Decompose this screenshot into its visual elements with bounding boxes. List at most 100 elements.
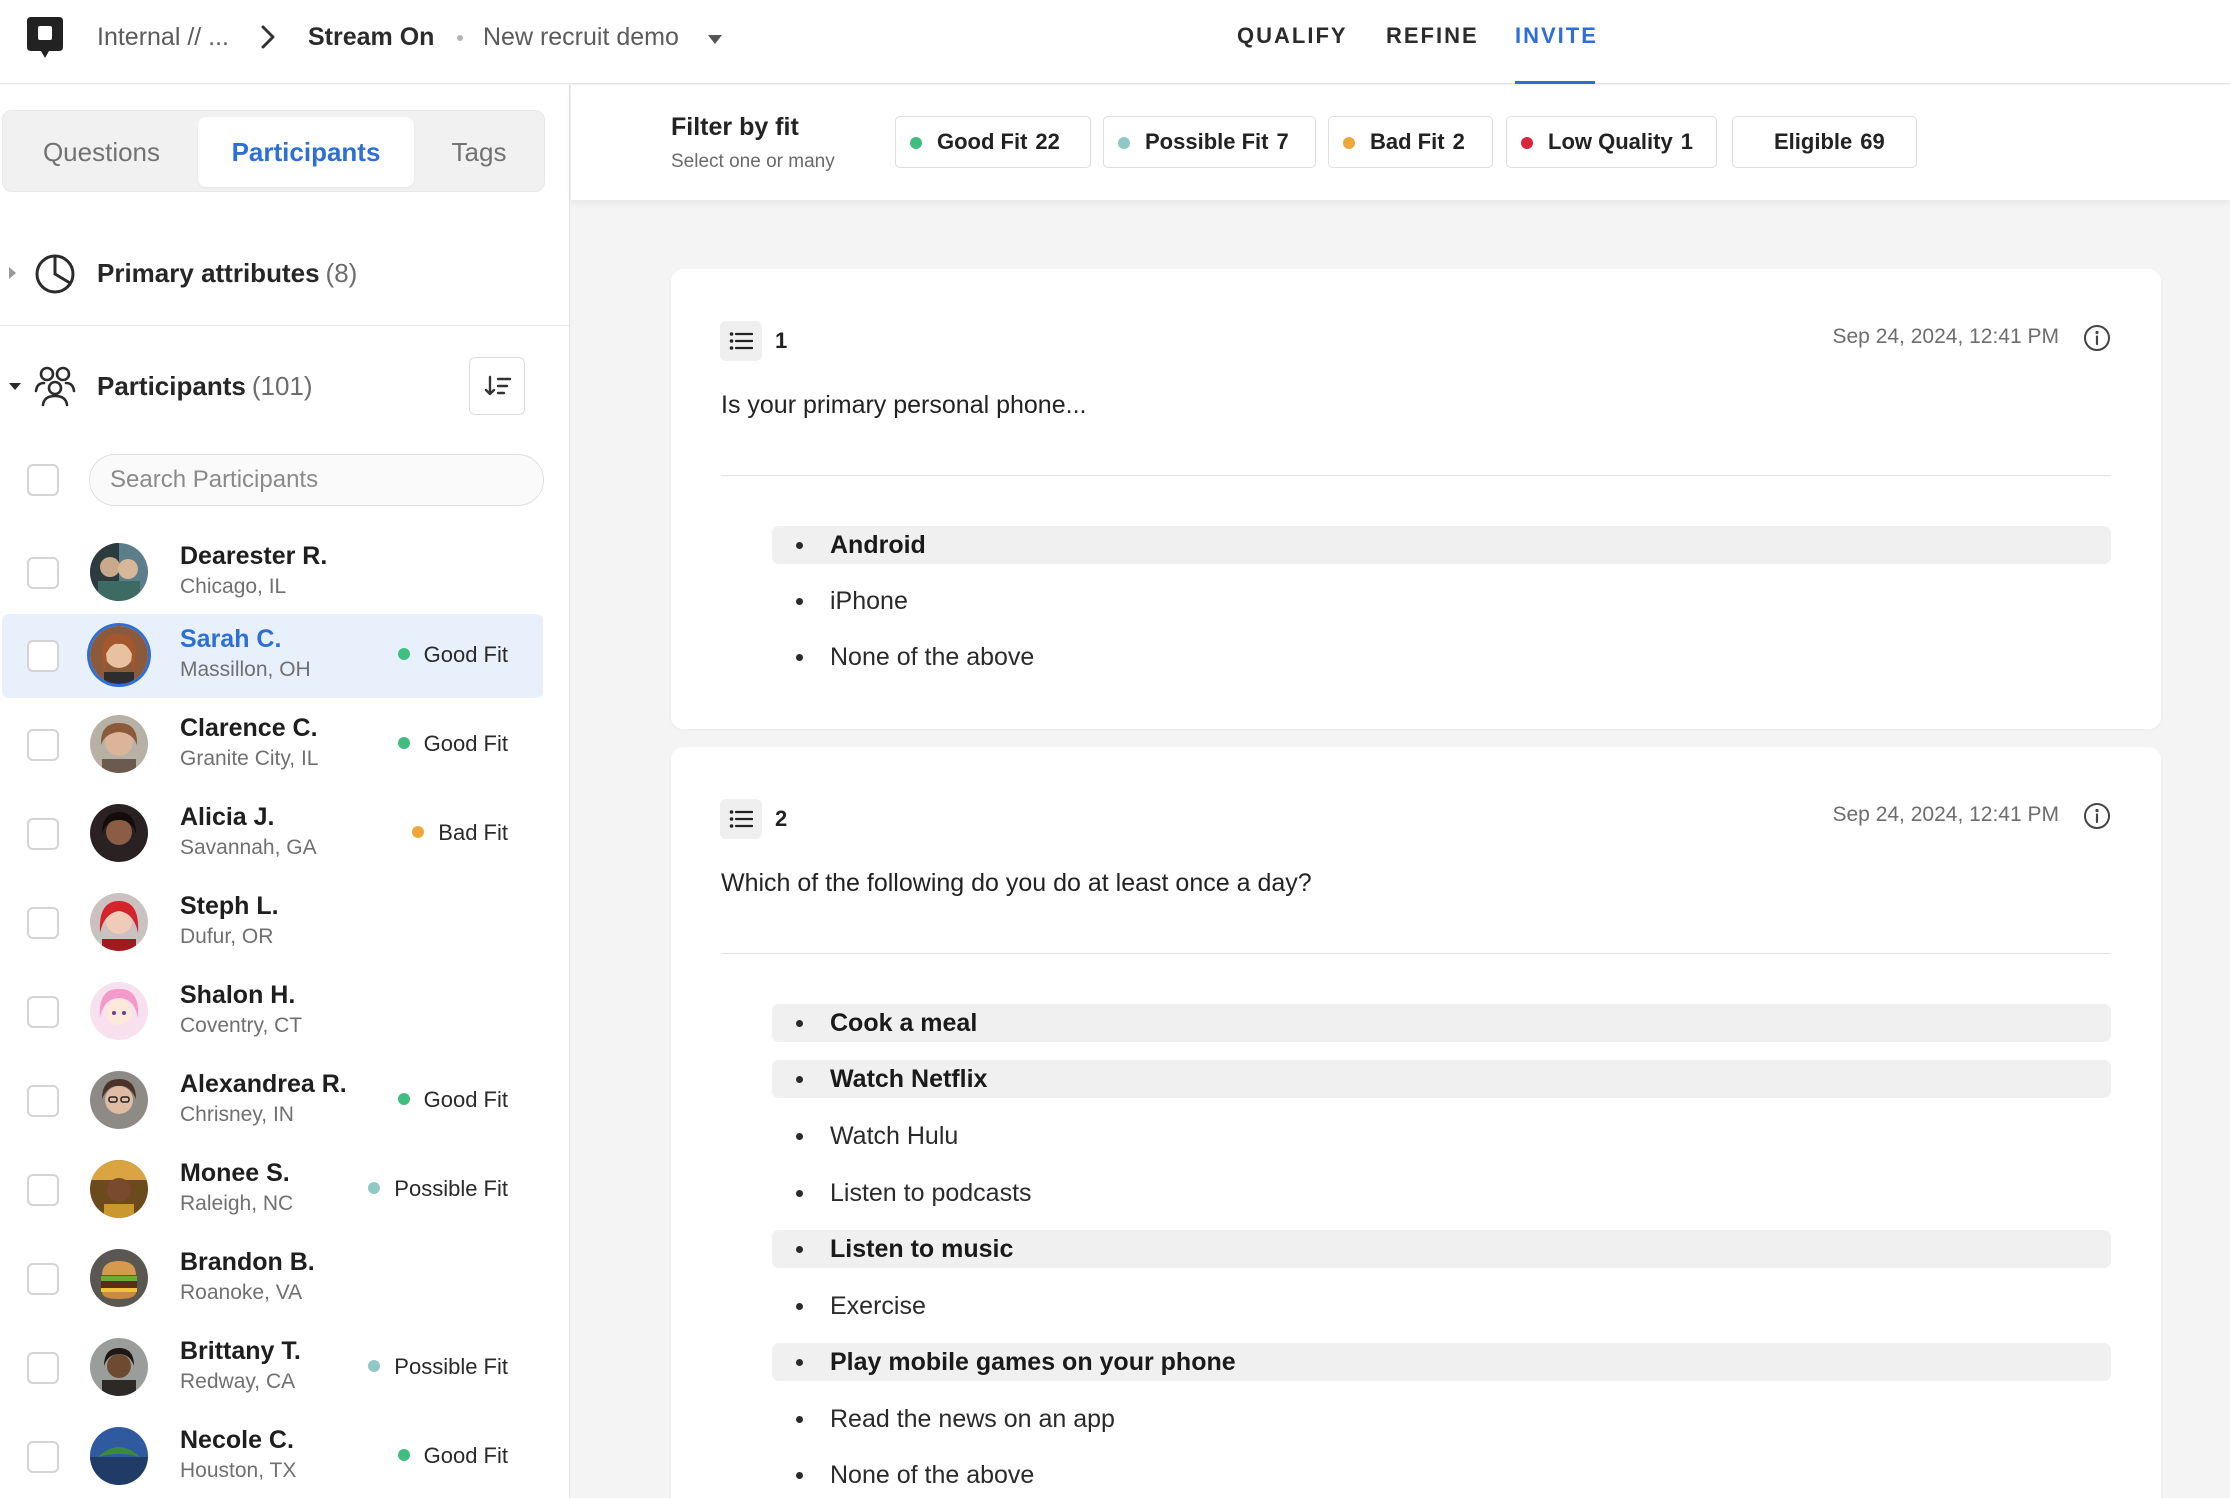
participant-checkbox[interactable] <box>27 729 59 761</box>
tab-qualify[interactable]: QUALIFY <box>1237 22 1348 50</box>
participant-row[interactable]: Shalon H. Coventry, CT <box>2 970 543 1054</box>
participant-row[interactable]: Alicia J. Savannah, GA Bad Fit <box>2 792 543 876</box>
participant-name: Dearester R. <box>180 542 328 570</box>
participant-row[interactable]: Brittany T. Redway, CA Possible Fit <box>2 1326 543 1410</box>
participant-location: Savannah, GA <box>180 836 317 859</box>
primary-attributes-label: Primary attributes (8) <box>97 258 358 288</box>
breadcrumb-separator-dot <box>457 35 463 41</box>
question-number: 2 <box>775 806 788 831</box>
filter-chip-possible-fit[interactable]: Possible Fit 7 <box>1103 116 1316 168</box>
question-timestamp: Sep 24, 2024, 12:41 PM <box>1832 325 2060 348</box>
breadcrumb-workspace[interactable]: Internal // ... <box>97 22 229 52</box>
filter-chip-bad-fit[interactable]: Bad Fit 2 <box>1328 116 1493 168</box>
participant-location: Dufur, OR <box>180 925 274 948</box>
fit-status-dot <box>1521 137 1533 149</box>
fit-status-badge: Good Fit <box>397 731 508 757</box>
participant-name: Steph L. <box>180 892 279 920</box>
fit-status-badge: Possible Fit <box>368 1354 508 1380</box>
participant-row[interactable]: Alexandrea R. Chrisney, IN Good Fit <box>2 1059 543 1143</box>
question-divider <box>721 475 2111 476</box>
participant-location: Raleigh, NC <box>180 1192 294 1215</box>
question-number: 1 <box>775 328 788 353</box>
avatar <box>90 804 148 862</box>
sidebar-segmented-control: Questions Participants Tags <box>2 110 545 192</box>
sort-button[interactable] <box>469 357 525 415</box>
fit-status-dot <box>397 737 410 749</box>
breadcrumb-project[interactable]: Stream On <box>308 22 434 52</box>
segment-tags[interactable]: Tags <box>418 117 540 187</box>
avatar <box>90 1160 148 1218</box>
answer-option: Listen to podcasts <box>772 1174 2111 1212</box>
participant-row[interactable]: Steph L. Dufur, OR <box>2 881 543 965</box>
segment-participants[interactable]: Participants <box>198 117 414 187</box>
participant-checkbox[interactable] <box>27 1263 59 1295</box>
participant-row[interactable]: Sarah C. Massillon, OH Good Fit <box>2 614 543 698</box>
participant-location: Granite City, IL <box>180 747 319 770</box>
participant-checkbox[interactable] <box>27 640 59 672</box>
segment-questions[interactable]: Questions <box>9 117 194 187</box>
question-card: 1 Sep 24, 2024, 12:41 PM Is your primary… <box>671 269 2161 729</box>
info-icon[interactable] <box>2083 324 2111 352</box>
participant-name: Sarah C. <box>180 625 282 653</box>
answer-option: Watch Netflix <box>772 1060 2111 1098</box>
tab-invite[interactable]: INVITE <box>1515 22 1598 50</box>
expand-caret-icon[interactable] <box>9 267 16 279</box>
fit-status-dot <box>910 137 922 149</box>
app-logo-icon[interactable] <box>25 15 65 61</box>
collapse-caret-icon[interactable] <box>9 383 21 390</box>
filter-title: Filter by fit <box>671 113 799 141</box>
fit-status-dot <box>397 1449 410 1461</box>
participant-location: Chrisney, IN <box>180 1103 294 1126</box>
participant-name: Brittany T. <box>180 1337 301 1365</box>
search-participants-input[interactable] <box>89 454 544 506</box>
filter-subtitle: Select one or many <box>671 151 835 172</box>
participant-location: Chicago, IL <box>180 575 287 598</box>
breadcrumb-study[interactable]: New recruit demo <box>483 22 679 52</box>
select-all-checkbox[interactable] <box>27 464 59 496</box>
people-icon <box>34 366 76 407</box>
participant-name: Necole C. <box>180 1426 294 1454</box>
participant-checkbox[interactable] <box>27 557 59 589</box>
participant-name: Clarence C. <box>180 714 318 742</box>
question-divider <box>721 953 2111 954</box>
participant-row[interactable]: Brandon B. Roanoke, VA <box>2 1237 543 1321</box>
chevron-right-icon <box>261 25 275 49</box>
avatar <box>90 715 148 773</box>
list-icon <box>729 810 753 828</box>
fit-status-dot <box>1343 137 1355 149</box>
participant-name: Brandon B. <box>180 1248 315 1276</box>
participant-location: Houston, TX <box>180 1459 297 1482</box>
filter-bar: Filter by fit Select one or many Good Fi… <box>571 85 2230 200</box>
participant-checkbox[interactable] <box>27 1352 59 1384</box>
info-icon[interactable] <box>2083 802 2111 830</box>
tab-refine[interactable]: REFINE <box>1386 22 1479 50</box>
participant-checkbox[interactable] <box>27 1441 59 1473</box>
participant-checkbox[interactable] <box>27 996 59 1028</box>
avatar <box>90 1427 148 1485</box>
filter-chip-good-fit[interactable]: Good Fit 22 <box>895 116 1091 168</box>
answer-option: Play mobile games on your phone <box>772 1343 2111 1381</box>
participant-checkbox[interactable] <box>27 907 59 939</box>
filter-chip-low-quality[interactable]: Low Quality 1 <box>1506 116 1717 168</box>
primary-attributes-section[interactable]: Primary attributes (8) <box>0 234 569 314</box>
fit-status-dot <box>368 1182 381 1194</box>
answer-option: None of the above <box>772 638 2111 676</box>
avatar <box>90 1071 148 1129</box>
participant-checkbox[interactable] <box>27 818 59 850</box>
chevron-down-icon[interactable] <box>707 33 723 45</box>
top-bar: Internal // ... Stream On New recruit de… <box>0 0 2230 84</box>
fit-status-badge: Good Fit <box>397 1087 508 1113</box>
answer-option: Android <box>772 526 2111 564</box>
participant-row[interactable]: Clarence C. Granite City, IL Good Fit <box>2 703 543 787</box>
participant-row[interactable]: Monee S. Raleigh, NC Possible Fit <box>2 1148 543 1232</box>
participant-checkbox[interactable] <box>27 1085 59 1117</box>
question-text: Is your primary personal phone... <box>721 391 1087 419</box>
avatar <box>90 626 148 684</box>
participant-row[interactable]: Necole C. Houston, TX Good Fit <box>2 1415 543 1498</box>
filter-chip-eligible[interactable]: Eligible 69 <box>1732 116 1917 168</box>
question-card: 2 Sep 24, 2024, 12:41 PM Which of the fo… <box>671 747 2161 1498</box>
participant-checkbox[interactable] <box>27 1174 59 1206</box>
fit-status-dot <box>1118 137 1130 149</box>
participants-label: Participants (101) <box>97 371 313 401</box>
participant-row[interactable]: Dearester R. Chicago, IL <box>2 531 543 615</box>
